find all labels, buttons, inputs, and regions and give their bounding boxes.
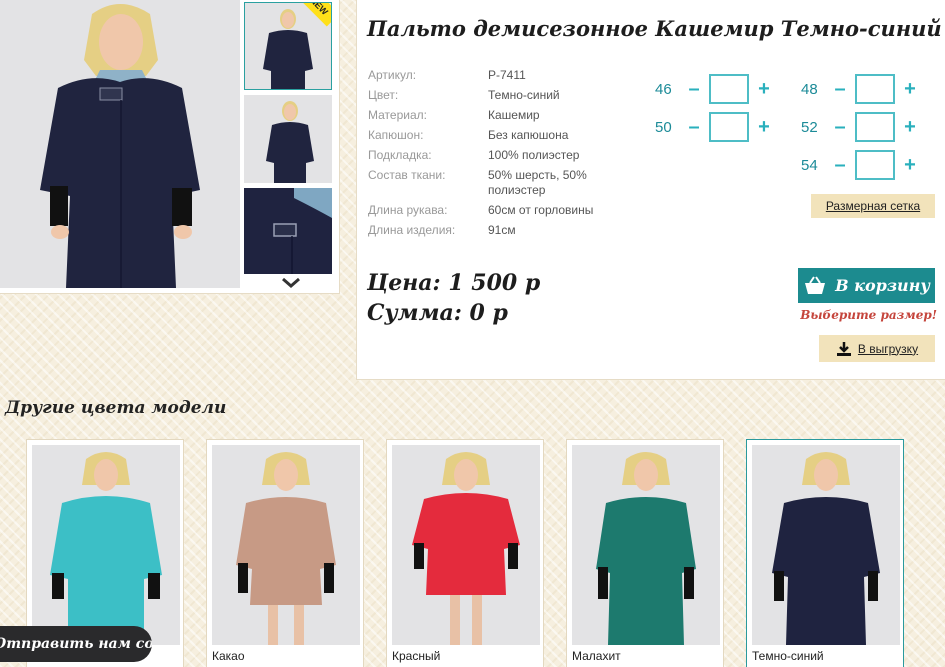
spec-label: Артикул: — [368, 68, 417, 82]
add-to-cart-button[interactable]: В корзину — [798, 268, 935, 303]
spec-label: Длина рукава: — [368, 203, 448, 217]
color-card-navy[interactable]: Темно-синий — [746, 439, 904, 667]
size-quantity-input[interactable] — [855, 150, 895, 180]
export-label: В выгрузку — [857, 341, 919, 356]
other-colors-title: Другие цвета модели — [5, 398, 227, 418]
spec-row: Длина рукава: 60см от горловины — [368, 203, 608, 218]
size-option-48: 48 – + — [801, 74, 921, 104]
spec-value: 100% полиэстер — [488, 148, 580, 162]
color-card-photo — [392, 445, 540, 645]
main-product-photo[interactable] — [0, 0, 240, 288]
spec-row: Длина изделия: 91см — [368, 223, 608, 238]
send-message-tab[interactable]: Отправить нам сообщение — [0, 626, 152, 662]
price-line: Цена: 1 500 р — [367, 270, 541, 296]
color-card-label: Малахит — [572, 649, 621, 663]
size-option-52: 52 – + — [801, 112, 921, 142]
spec-label: Капюшон: — [368, 128, 424, 142]
color-card-label: Темно-синий — [752, 649, 824, 663]
spec-label: Материал: — [368, 108, 427, 122]
size-plus-button[interactable]: + — [899, 78, 921, 101]
size-warning-text: Выберите размер! — [800, 308, 937, 322]
spec-row: Материал: Кашемир — [368, 108, 608, 123]
size-quantity-input[interactable] — [855, 74, 895, 104]
product-title: Пальто демисезонное Кашемир Темно-синий — [367, 16, 942, 41]
chevron-down-icon[interactable] — [278, 276, 304, 292]
size-plus-button[interactable]: + — [753, 78, 775, 101]
color-card-photo — [752, 445, 900, 645]
size-plus-button[interactable]: + — [753, 116, 775, 139]
color-card-red[interactable]: Красный — [386, 439, 544, 667]
color-card-label: Какао — [212, 649, 245, 663]
color-card-photo — [212, 445, 360, 645]
spec-value: Без капюшона — [488, 128, 569, 142]
product-info-panel: Пальто демисезонное Кашемир Темно-синий … — [356, 0, 945, 380]
thumbnail-side[interactable] — [244, 95, 332, 183]
size-number: 52 — [801, 118, 818, 136]
thumbnail-detail[interactable] — [244, 188, 332, 274]
size-number: 48 — [801, 80, 818, 98]
color-card-photo — [32, 445, 180, 645]
size-plus-button[interactable]: + — [899, 154, 921, 177]
spec-row: Цвет: Темно-синий — [368, 88, 608, 103]
size-quantity-input[interactable] — [855, 112, 895, 142]
color-card-malachite[interactable]: Малахит — [566, 439, 724, 667]
size-number: 54 — [801, 156, 818, 174]
spec-row: Капюшон: Без капюшона — [368, 128, 608, 143]
spec-label: Цвет: — [368, 88, 399, 102]
add-to-cart-label: В корзину — [835, 276, 930, 295]
spec-row: Артикул: Р-7411 — [368, 68, 608, 83]
size-selector: 46 – + 48 – + 50 – + 52 – + 54 – + — [647, 72, 945, 192]
size-minus-button[interactable]: – — [683, 78, 705, 101]
color-card-label: Красный — [392, 649, 441, 663]
spec-value: Темно-синий — [488, 88, 560, 102]
size-quantity-input[interactable] — [709, 112, 749, 142]
size-minus-button[interactable]: – — [829, 78, 851, 101]
product-specs: Артикул: Р-7411 Цвет: Темно-синий Материал… — [368, 68, 608, 243]
spec-value: Кашемир — [488, 108, 540, 122]
size-option-50: 50 – + — [655, 112, 775, 142]
download-icon — [836, 341, 852, 357]
export-button[interactable]: В выгрузку — [819, 335, 935, 362]
spec-value: Р-7411 — [488, 68, 526, 82]
size-option-46: 46 – + — [655, 74, 775, 104]
spec-value: 50% шерсть, 50% полиэстер — [488, 168, 587, 197]
sum-line: Сумма: 0 р — [367, 300, 508, 326]
price-block: Цена: 1 500 р Сумма: 0 р — [367, 268, 540, 328]
size-option-54: 54 – + — [801, 150, 921, 180]
size-plus-button[interactable]: + — [899, 116, 921, 139]
spec-value: 91см — [488, 223, 516, 237]
size-minus-button[interactable]: – — [829, 116, 851, 139]
size-minus-button[interactable]: – — [683, 116, 705, 139]
size-chart-button[interactable]: Размерная сетка — [811, 194, 935, 218]
color-card-cocoa[interactable]: Какао — [206, 439, 364, 667]
size-minus-button[interactable]: – — [829, 154, 851, 177]
spec-row: Состав ткани: 50% шерсть, 50% полиэстер — [368, 168, 608, 198]
spec-label: Длина изделия: — [368, 223, 456, 237]
size-number: 50 — [655, 118, 672, 136]
thumbnail-front[interactable]: NEW — [244, 2, 332, 90]
spec-label: Состав ткани: — [368, 168, 446, 182]
color-card-photo — [572, 445, 720, 645]
spec-row: Подкладка: 100% полиэстер — [368, 148, 608, 163]
size-number: 46 — [655, 80, 672, 98]
size-quantity-input[interactable] — [709, 74, 749, 104]
cart-icon — [803, 275, 827, 296]
product-gallery: NEW — [0, 0, 340, 294]
spec-value: 60см от горловины — [488, 203, 594, 217]
spec-label: Подкладка: — [368, 148, 432, 162]
